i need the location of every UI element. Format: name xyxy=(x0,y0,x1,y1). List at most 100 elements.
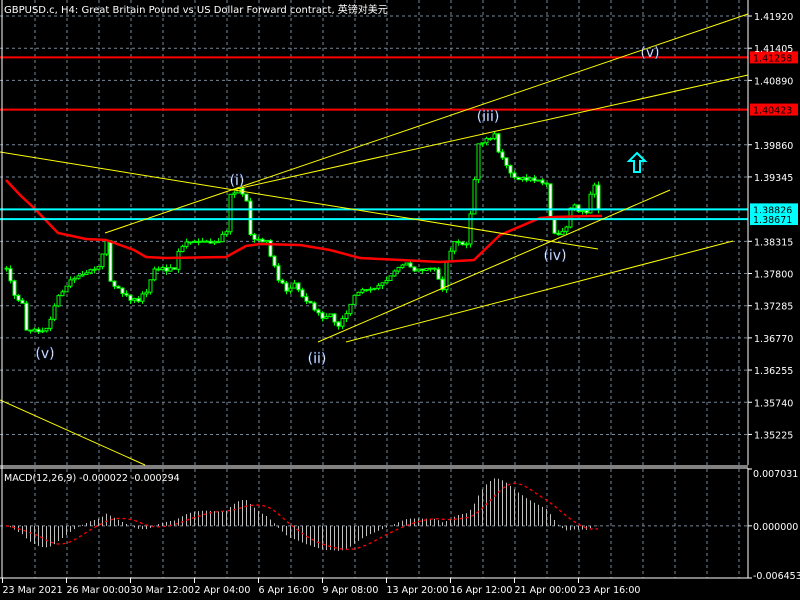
candle xyxy=(524,174,529,183)
bull-candle-body xyxy=(484,138,489,144)
candle xyxy=(272,255,277,268)
bull-candle-body xyxy=(48,318,53,329)
candle xyxy=(68,276,73,289)
candle xyxy=(196,238,201,246)
candle xyxy=(172,267,177,270)
price-chart[interactable]: (v)(i)(ii)(iii)(iv)(v) 1.412581.404231.3… xyxy=(0,0,800,600)
candle xyxy=(128,294,133,304)
candle xyxy=(532,175,537,184)
bull-candle-body xyxy=(404,262,409,266)
wave-label: (i) xyxy=(230,173,245,189)
bear-candle-body xyxy=(456,241,461,244)
bull-candle-body xyxy=(340,317,345,327)
bear-candle-body xyxy=(272,255,277,267)
bear-candle-body xyxy=(12,280,17,296)
bear-candle-body xyxy=(300,289,305,298)
candle xyxy=(132,297,137,303)
bear-candle-body xyxy=(316,309,321,314)
candle xyxy=(44,327,49,333)
bear-candle-body xyxy=(16,294,21,301)
price-tick-label: 1.38315 xyxy=(754,237,793,248)
bull-candle-body xyxy=(324,315,329,319)
price-tick-label: 1.35225 xyxy=(754,430,793,441)
bull-candle-body xyxy=(292,282,297,289)
bear-candle-body xyxy=(36,328,41,333)
bull-candle-body xyxy=(60,291,65,297)
candle xyxy=(84,269,89,276)
candle xyxy=(508,164,513,177)
candle xyxy=(8,265,13,284)
candle xyxy=(288,284,293,294)
bear-candle-body xyxy=(268,239,273,257)
candle xyxy=(300,287,305,298)
bull-candle-body xyxy=(416,268,421,272)
candle xyxy=(592,182,597,198)
bull-candle-body xyxy=(44,327,49,332)
candle xyxy=(76,274,81,280)
candle xyxy=(376,283,381,291)
bull-candle-body xyxy=(352,294,357,305)
candle xyxy=(352,294,357,305)
bull-candle-body xyxy=(184,241,189,247)
candle xyxy=(228,193,233,235)
candle xyxy=(424,267,429,272)
candle xyxy=(60,289,65,297)
bear-candle-body xyxy=(196,240,201,243)
candle xyxy=(48,316,53,332)
trendline[interactable] xyxy=(231,74,749,191)
time-tick-label: 6 Apr 16:00 xyxy=(259,585,315,596)
candle xyxy=(476,143,481,184)
candle xyxy=(488,137,493,141)
bear-candle-body xyxy=(516,176,521,181)
candle xyxy=(220,231,225,243)
time-tick-label: 13 Apr 20:00 xyxy=(387,585,449,596)
candle xyxy=(580,210,585,215)
bull-candle-body xyxy=(32,328,37,332)
bull-candle-body xyxy=(492,133,497,139)
bear-candle-body xyxy=(540,179,545,184)
bear-candle-body xyxy=(304,296,309,302)
candle xyxy=(388,275,393,281)
candle xyxy=(24,300,29,331)
bear-candle-body xyxy=(412,266,417,272)
candle xyxy=(164,264,169,275)
wave-label: (iv) xyxy=(543,248,566,264)
bear-candle-body xyxy=(28,329,33,332)
bull-candle-body xyxy=(444,260,449,291)
candle xyxy=(308,300,313,304)
price-tick-label: 1.41920 xyxy=(754,12,793,23)
bull-candle-body xyxy=(76,275,81,279)
bull-candle-body xyxy=(520,177,525,181)
bull-candle-body xyxy=(152,268,157,281)
bull-candle-body xyxy=(64,285,69,293)
bull-candle-body xyxy=(356,291,361,296)
candle xyxy=(36,327,41,335)
trendline[interactable] xyxy=(0,399,146,466)
candle xyxy=(440,276,445,292)
candle xyxy=(4,266,9,272)
candle xyxy=(380,282,385,290)
bull-candle-body xyxy=(212,241,217,244)
bull-candle-body xyxy=(96,266,101,270)
price-tick-label: 1.37285 xyxy=(754,302,793,313)
candle xyxy=(456,239,461,246)
price-tick-label: 1.39860 xyxy=(754,141,793,152)
trendlines[interactable] xyxy=(0,13,749,466)
candle xyxy=(468,210,473,248)
bull-candle-body xyxy=(256,238,261,241)
candle xyxy=(548,183,553,220)
candle xyxy=(492,131,497,141)
candle xyxy=(452,241,457,255)
horizontal-lines[interactable] xyxy=(0,56,748,221)
candle xyxy=(104,240,109,257)
candle xyxy=(212,240,217,246)
bear-candle-body xyxy=(420,268,425,271)
candle xyxy=(120,287,125,297)
bear-candle-body xyxy=(204,240,209,243)
trendline[interactable] xyxy=(317,189,671,343)
price-tick-label: 1.36770 xyxy=(754,334,793,345)
candle xyxy=(520,177,525,182)
bear-candle-body xyxy=(280,279,285,284)
candle xyxy=(432,267,437,272)
candle xyxy=(156,266,161,272)
